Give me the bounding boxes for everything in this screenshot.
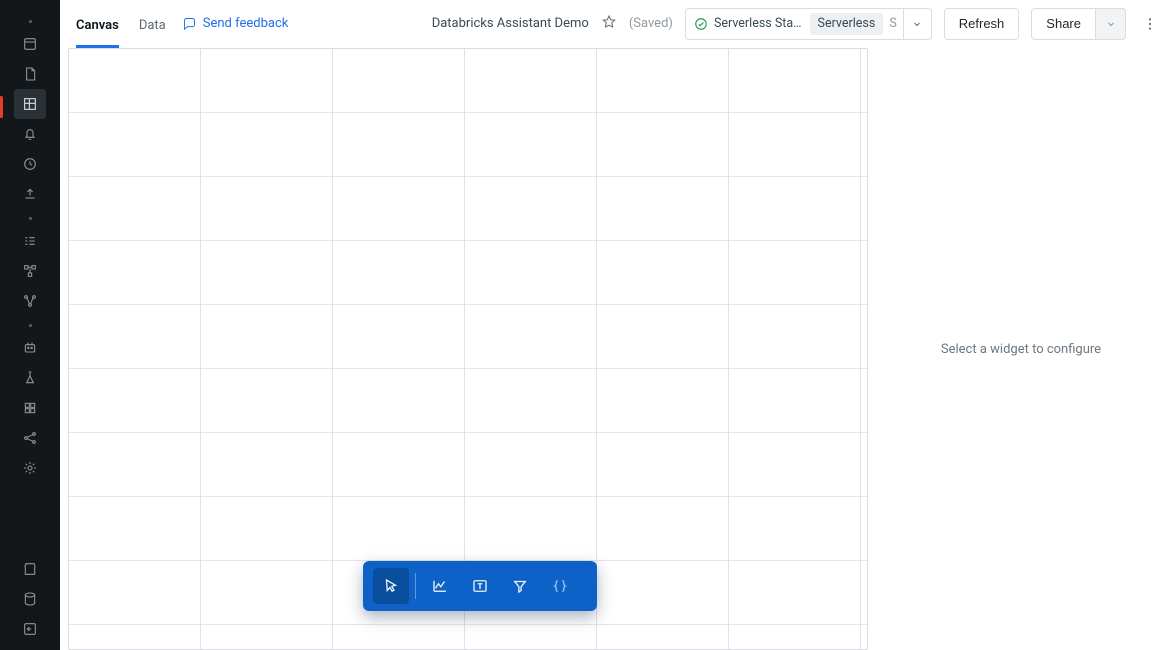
graph-icon [22,430,38,446]
send-feedback-link[interactable]: Send feedback [182,16,289,31]
experiments-icon [22,370,38,386]
nav-pipelines[interactable] [14,286,46,316]
cluster-selector[interactable]: Serverless Sta… Serverless S [685,8,932,40]
text-tool[interactable] [462,568,498,604]
pipelines-icon [22,293,38,309]
text-box-icon [471,577,489,595]
canvas-container [60,48,868,650]
dashboard-canvas[interactable] [68,48,868,650]
favorite-toggle[interactable] [601,14,617,34]
cluster-type-pill: Serverless [810,13,884,35]
refresh-button[interactable]: Refresh [944,8,1020,40]
config-empty-message: Select a widget to configure [941,342,1101,357]
tab-data[interactable]: Data [139,4,166,48]
cluster-status-label: Serverless Sta… [714,16,802,31]
rail-separator-dot [29,324,32,327]
share-button[interactable]: Share [1031,8,1096,40]
share-button-group: Share [1031,8,1126,40]
filter-icon [511,577,529,595]
nav-settings[interactable] [14,453,46,483]
pointer-icon [382,577,400,595]
rail-separator-dot [29,20,32,23]
send-feedback-label: Send feedback [203,16,289,31]
filter-tool[interactable] [502,568,538,604]
nav-compute[interactable] [14,584,46,614]
rail-active-indicator [0,96,3,118]
chevron-down-icon [911,18,923,30]
pointer-tool[interactable] [373,568,409,604]
tasks-icon [22,233,38,249]
rail-separator-dot [29,217,32,220]
chart-line-icon [431,577,449,595]
save-status: (Saved) [629,16,673,31]
workflows-icon [22,263,38,279]
dashboard-icon [22,96,38,112]
tab-canvas[interactable]: Canvas [76,4,119,48]
settings-icon [22,460,38,476]
nav-dashboard[interactable] [14,89,46,119]
nav-tasks[interactable] [14,226,46,256]
chart-tool[interactable] [422,568,458,604]
toolbox-separator [415,573,416,599]
nav-workflows[interactable] [14,256,46,286]
nav-upload[interactable] [14,179,46,209]
nav-marketplace[interactable] [14,554,46,584]
nav-new-file[interactable] [14,59,46,89]
compute-icon [22,591,38,607]
home-icon [22,36,38,52]
star-icon [601,14,617,30]
models-icon [22,400,38,416]
workspace: Select a widget to configure [60,48,1174,650]
nav-logout[interactable] [14,614,46,644]
chat-icon [182,16,197,31]
alerts-icon [22,126,38,142]
assistant-icon [22,340,38,356]
widget-config-panel: Select a widget to configure [868,48,1174,650]
marketplace-icon [22,561,38,577]
cluster-size-suffix: S [887,16,902,31]
code-tool[interactable] [542,568,578,604]
widget-toolbox [363,561,597,611]
nav-graph[interactable] [14,423,46,453]
nav-experiments[interactable] [14,363,46,393]
top-bar: Canvas Data Send feedback Databricks Ass… [60,0,1174,48]
nav-assistant[interactable] [14,333,46,363]
cluster-status: Serverless Sta… [686,9,810,39]
document-title[interactable]: Databricks Assistant Demo [432,16,589,31]
chevron-down-icon [1105,18,1117,30]
nav-history[interactable] [14,149,46,179]
braces-icon [551,577,569,595]
more-options-button[interactable] [1138,8,1162,40]
upload-icon [22,186,38,202]
kebab-icon [1142,16,1158,32]
new-notebook-icon [22,66,38,82]
nav-models[interactable] [14,393,46,423]
logout-icon [22,621,38,637]
left-nav-rail [0,0,60,650]
cluster-dropdown-caret[interactable] [903,9,931,39]
check-circle-icon [694,17,708,31]
nav-home[interactable] [14,29,46,59]
share-dropdown-caret[interactable] [1096,8,1126,40]
editor-tabs: Canvas Data [76,0,166,48]
nav-alerts[interactable] [14,119,46,149]
main-area: Canvas Data Send feedback Databricks Ass… [60,0,1174,650]
history-icon [22,156,38,172]
